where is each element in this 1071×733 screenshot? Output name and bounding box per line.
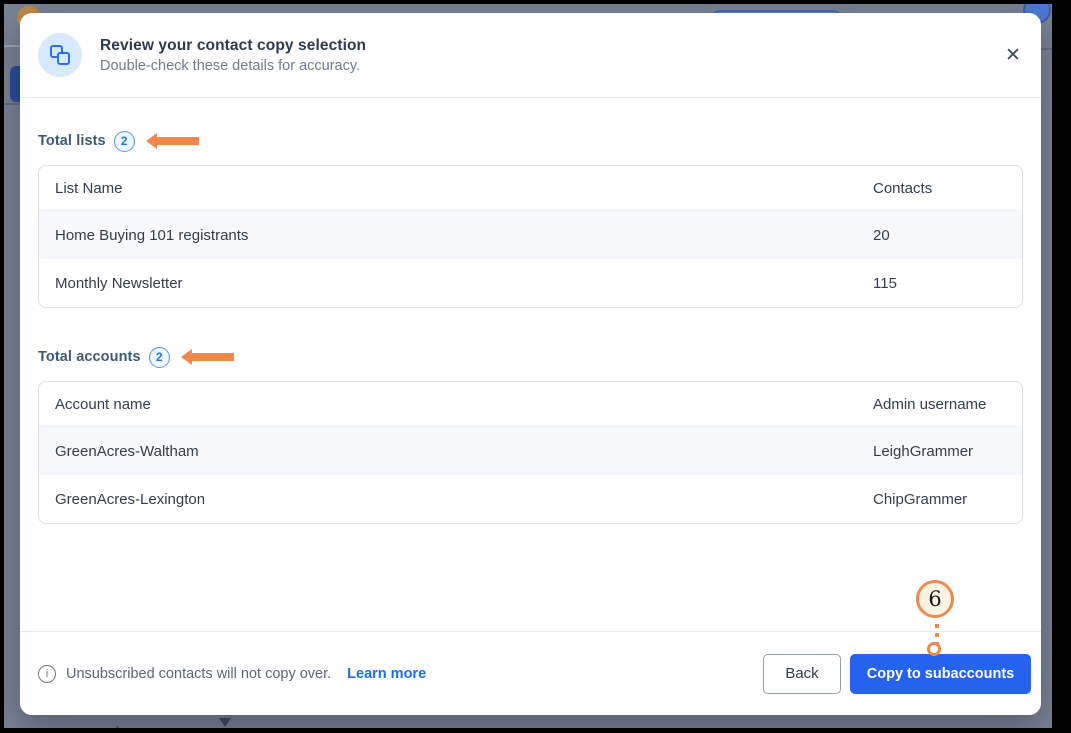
total-accounts-label: Total accounts: [38, 349, 141, 365]
background-divider: [4, 45, 20, 47]
contacts-count-cell: 115: [873, 274, 897, 292]
contacts-count-cell: 20: [873, 226, 890, 244]
copy-icon-badge: [38, 33, 82, 77]
column-header: Admin username: [873, 395, 987, 413]
copy-to-subaccounts-button[interactable]: Copy to subaccounts: [850, 653, 1031, 694]
list-name-cell: Monthly Newsletter: [55, 274, 183, 292]
admin-username-cell: LeighGrammer: [873, 442, 974, 460]
learn-more-link[interactable]: Learn more: [347, 666, 426, 682]
unsubscribed-note: Unsubscribed contacts will not copy over…: [66, 665, 332, 682]
info-icon: i: [38, 664, 56, 683]
account-name-cell: GreenAcres-Waltham: [55, 442, 199, 460]
dialog-footer: i Unsubscribed contacts will not copy ov…: [20, 631, 1041, 715]
account-name-cell: GreenAcres-Lexington: [55, 490, 206, 508]
background-divider: [4, 103, 20, 105]
dialog-title: Review your contact copy selection: [100, 36, 367, 54]
annotation-arrow-icon: [145, 133, 199, 149]
table-row: Home Buying 101 registrants 20: [39, 211, 1022, 259]
table-header-row: List Name Contacts: [39, 166, 1022, 211]
background-caret-icon: [219, 718, 231, 727]
list-name-cell: Home Buying 101 registrants: [55, 226, 249, 244]
review-copy-selection-dialog: Review your contact copy selection Doubl…: [20, 13, 1041, 715]
annotation-arrow-icon: [180, 349, 234, 365]
table-row: GreenAcres-Waltham LeighGrammer: [39, 427, 1022, 475]
close-icon[interactable]: ✕: [999, 41, 1027, 69]
admin-username-cell: ChipGrammer: [873, 490, 968, 508]
total-lists-count-badge: 2: [113, 130, 135, 152]
column-header: Account name: [55, 395, 151, 413]
dimmed-app-background: Review your contact copy selection Doubl…: [4, 4, 1052, 728]
lists-table: List Name Contacts Home Buying 101 regis…: [38, 165, 1023, 308]
table-row: Monthly Newsletter 115: [39, 259, 1022, 307]
step-number-badge: 6: [916, 580, 954, 618]
column-header: Contacts: [873, 179, 933, 197]
accounts-table: Account name Admin username GreenAcres-W…: [38, 381, 1023, 524]
table-row: GreenAcres-Lexington ChipGrammer: [39, 475, 1022, 523]
total-lists-label: Total lists: [38, 133, 106, 149]
table-header-row: Account name Admin username: [39, 382, 1022, 427]
total-accounts-count-badge: 2: [148, 346, 170, 368]
back-button[interactable]: Back: [763, 653, 841, 694]
step-anchor-ring: [927, 642, 941, 656]
dialog-subtitle: Double-check these details for accuracy.: [100, 57, 361, 74]
dialog-header: Review your contact copy selection Doubl…: [20, 13, 1041, 98]
background-dot: [116, 726, 119, 728]
copy-icon: [50, 45, 70, 65]
column-header: List Name: [55, 179, 123, 197]
